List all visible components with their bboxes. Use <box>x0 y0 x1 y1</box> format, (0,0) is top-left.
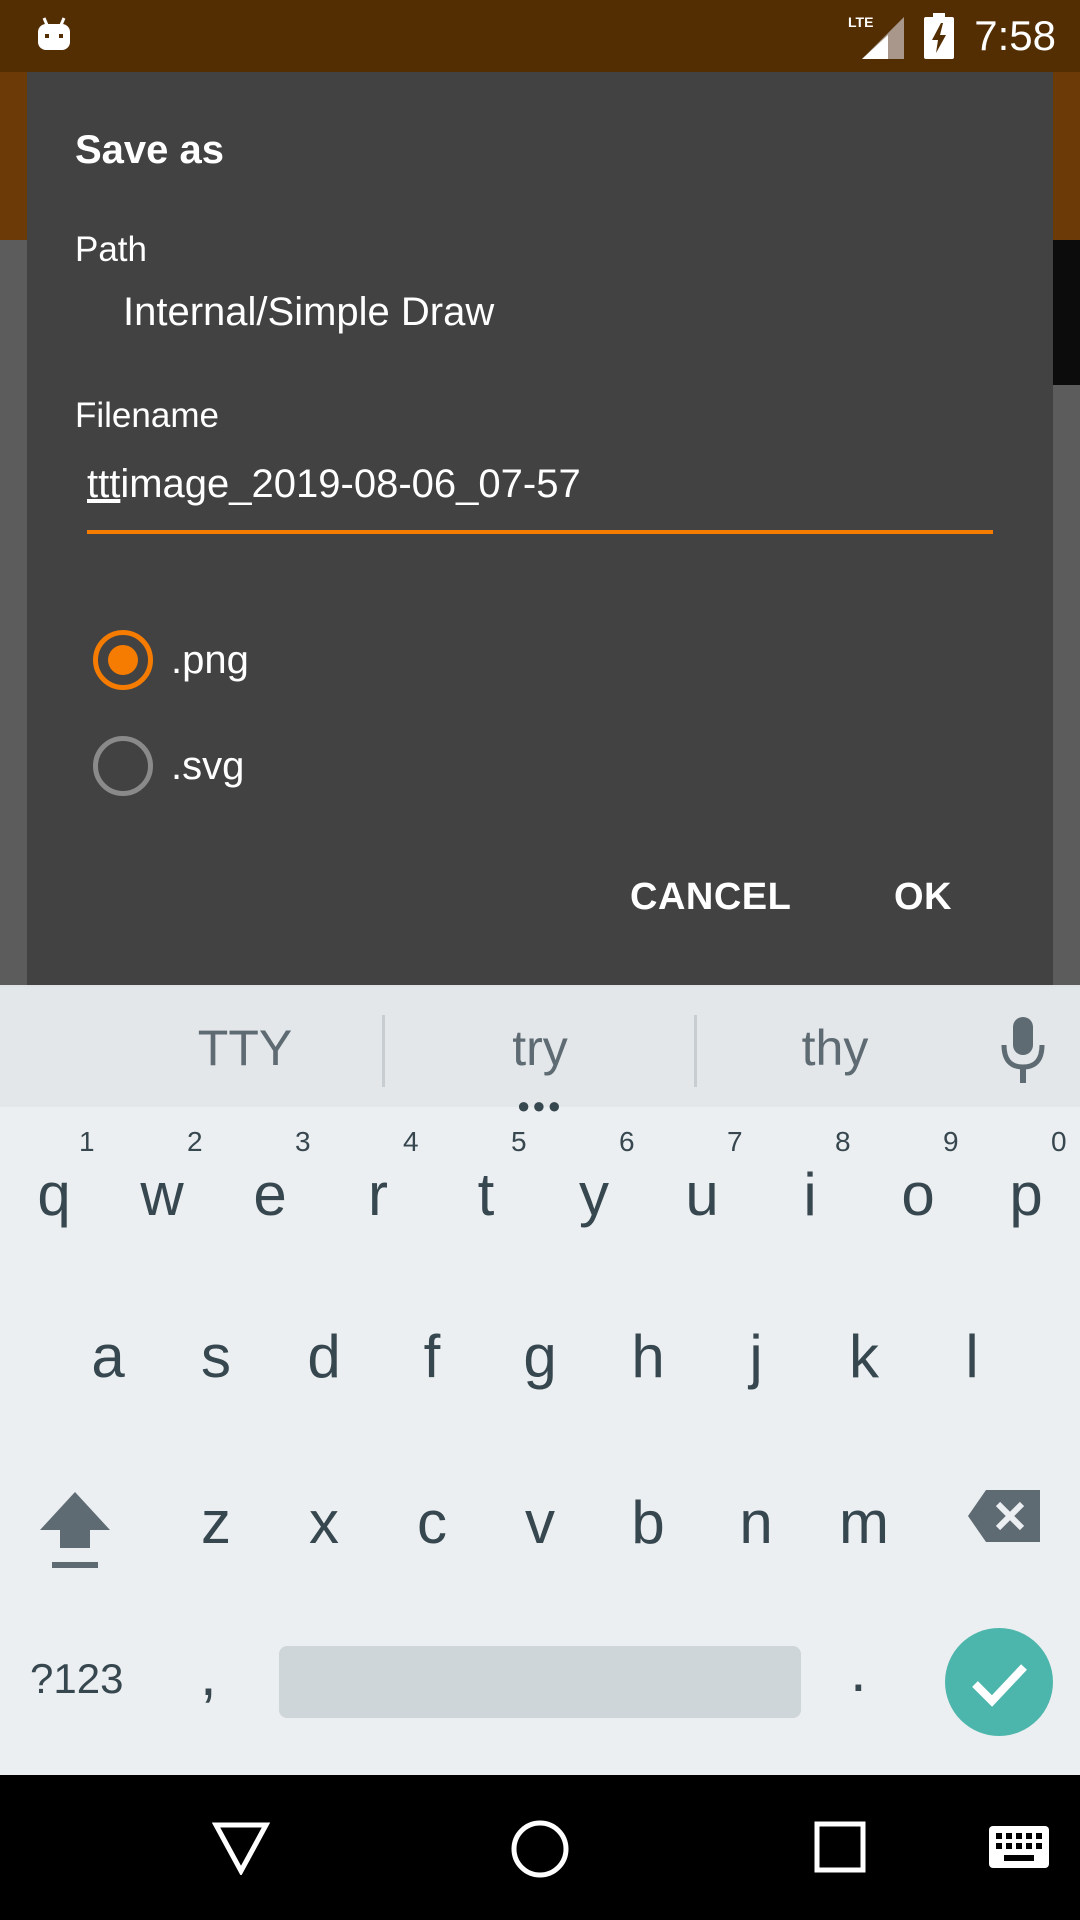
key-hint: 1 <box>79 1126 95 1157</box>
key-hint: 5 <box>511 1126 527 1157</box>
suggestion-1[interactable]: TTY <box>140 987 350 1109</box>
dialog-title: Save as <box>75 128 225 172</box>
period-key[interactable]: . <box>850 1636 867 1705</box>
battery-charging-icon <box>924 13 955 59</box>
key-a[interactable]: a <box>54 1322 162 1391</box>
key-b[interactable]: b <box>594 1488 702 1557</box>
key-w[interactable]: w <box>108 1160 216 1229</box>
key-v[interactable]: v <box>486 1488 594 1557</box>
symbols-key[interactable]: ?123 <box>30 1655 123 1703</box>
key-r[interactable]: r <box>324 1160 432 1229</box>
keyboard-switch-icon[interactable] <box>988 1825 1050 1869</box>
key-g[interactable]: g <box>486 1322 594 1391</box>
path-value[interactable]: Internal/Simple Draw <box>123 290 494 335</box>
radio-label-svg: .svg <box>171 743 245 788</box>
lte-signal-icon: LTE <box>848 14 905 59</box>
key-p[interactable]: p <box>972 1160 1080 1229</box>
radio-unchecked-icon <box>93 736 153 796</box>
cancel-button[interactable]: CANCEL <box>630 876 791 919</box>
key-hint: 8 <box>835 1126 851 1157</box>
app-notification-icon <box>38 17 70 50</box>
key-hint: 9 <box>943 1126 959 1157</box>
key-j[interactable]: j <box>702 1322 810 1391</box>
enter-key[interactable] <box>945 1628 1053 1736</box>
key-t[interactable]: t <box>432 1160 540 1229</box>
more-suggestions-icon: ●●● <box>517 1093 563 1118</box>
key-z[interactable]: z <box>162 1488 270 1557</box>
key-x[interactable]: x <box>270 1488 378 1557</box>
key-d[interactable]: d <box>270 1322 378 1391</box>
filename-label: Filename <box>75 396 219 435</box>
radio-svg[interactable]: .svg <box>93 734 244 798</box>
key-o[interactable]: o <box>864 1160 972 1229</box>
status-bar: LTE 7:58 <box>0 0 1080 72</box>
path-label: Path <box>75 230 147 269</box>
microphone-icon[interactable] <box>998 1017 1048 1083</box>
suggestion-3[interactable]: thy <box>730 987 940 1109</box>
key-k[interactable]: k <box>810 1322 918 1391</box>
back-icon[interactable] <box>212 1821 270 1875</box>
key-hint: 0 <box>1051 1126 1067 1157</box>
ok-button[interactable]: OK <box>894 876 952 919</box>
filename-composing-text: ttt <box>87 462 121 506</box>
key-hint: 2 <box>187 1126 203 1157</box>
suggestion-divider <box>694 1015 697 1087</box>
key-f[interactable]: f <box>378 1322 486 1391</box>
key-l[interactable]: l <box>918 1322 1026 1391</box>
key-hint: 4 <box>403 1126 419 1157</box>
shift-icon[interactable] <box>38 1490 112 1570</box>
radio-label-png: .png <box>171 637 249 682</box>
radio-png[interactable]: .png <box>93 628 249 692</box>
key-m[interactable]: m <box>810 1488 918 1557</box>
comma-key[interactable]: , <box>200 1640 217 1709</box>
key-u[interactable]: u <box>648 1160 756 1229</box>
suggestion-strip: TTY try ●●● thy <box>0 985 1080 1118</box>
key-hint: 7 <box>727 1126 743 1157</box>
suggestion-2[interactable]: try <box>435 987 645 1109</box>
svg-text:LTE: LTE <box>848 14 873 30</box>
key-e[interactable]: e <box>216 1160 324 1229</box>
key-s[interactable]: s <box>162 1322 270 1391</box>
key-hint: 3 <box>295 1126 311 1157</box>
key-h[interactable]: h <box>594 1322 702 1391</box>
home-icon[interactable] <box>510 1819 570 1879</box>
space-bar[interactable] <box>279 1646 801 1718</box>
background-app-strip <box>1052 240 1080 385</box>
key-n[interactable]: n <box>702 1488 810 1557</box>
navigation-bar <box>0 1775 1080 1920</box>
key-i[interactable]: i <box>756 1160 864 1229</box>
filename-text: image_2019-08-06_07-57 <box>120 462 581 506</box>
key-hint: 6 <box>619 1126 635 1157</box>
backspace-icon[interactable] <box>966 1488 1042 1544</box>
status-time: 7:58 <box>974 12 1056 59</box>
checkmark-icon <box>972 1664 1027 1707</box>
key-q[interactable]: q <box>0 1160 108 1229</box>
filename-field[interactable]: tttimage_2019-08-06_07-57 <box>87 462 993 534</box>
key-c[interactable]: c <box>378 1488 486 1557</box>
recents-icon[interactable] <box>814 1821 866 1873</box>
save-as-dialog: Save as Path Internal/Simple Draw Filena… <box>27 72 1053 985</box>
key-y[interactable]: y <box>540 1160 648 1229</box>
suggestion-divider <box>382 1015 385 1087</box>
radio-checked-icon <box>93 630 153 690</box>
